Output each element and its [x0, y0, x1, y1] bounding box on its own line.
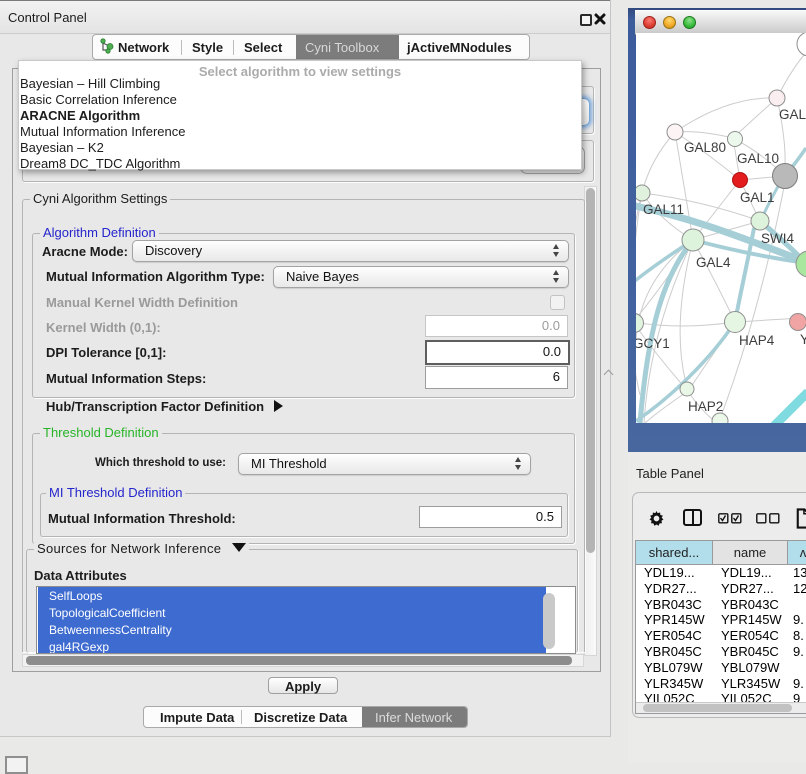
svg-text:HAP2: HAP2	[688, 399, 723, 414]
svg-text:GAL80: GAL80	[684, 140, 726, 155]
svg-text:Y: Y	[800, 332, 806, 347]
svg-text:GAL10: GAL10	[737, 151, 779, 166]
svg-text:GAL11: GAL11	[643, 202, 684, 217]
svg-text:SWI4: SWI4	[761, 231, 794, 246]
svg-text:HAP4: HAP4	[739, 333, 775, 348]
svg-text:GAL7: GAL7	[779, 107, 806, 122]
svg-text:GCY1: GCY1	[636, 336, 670, 351]
svg-text:GAL4: GAL4	[696, 255, 731, 270]
svg-text:GAL1: GAL1	[740, 190, 775, 205]
